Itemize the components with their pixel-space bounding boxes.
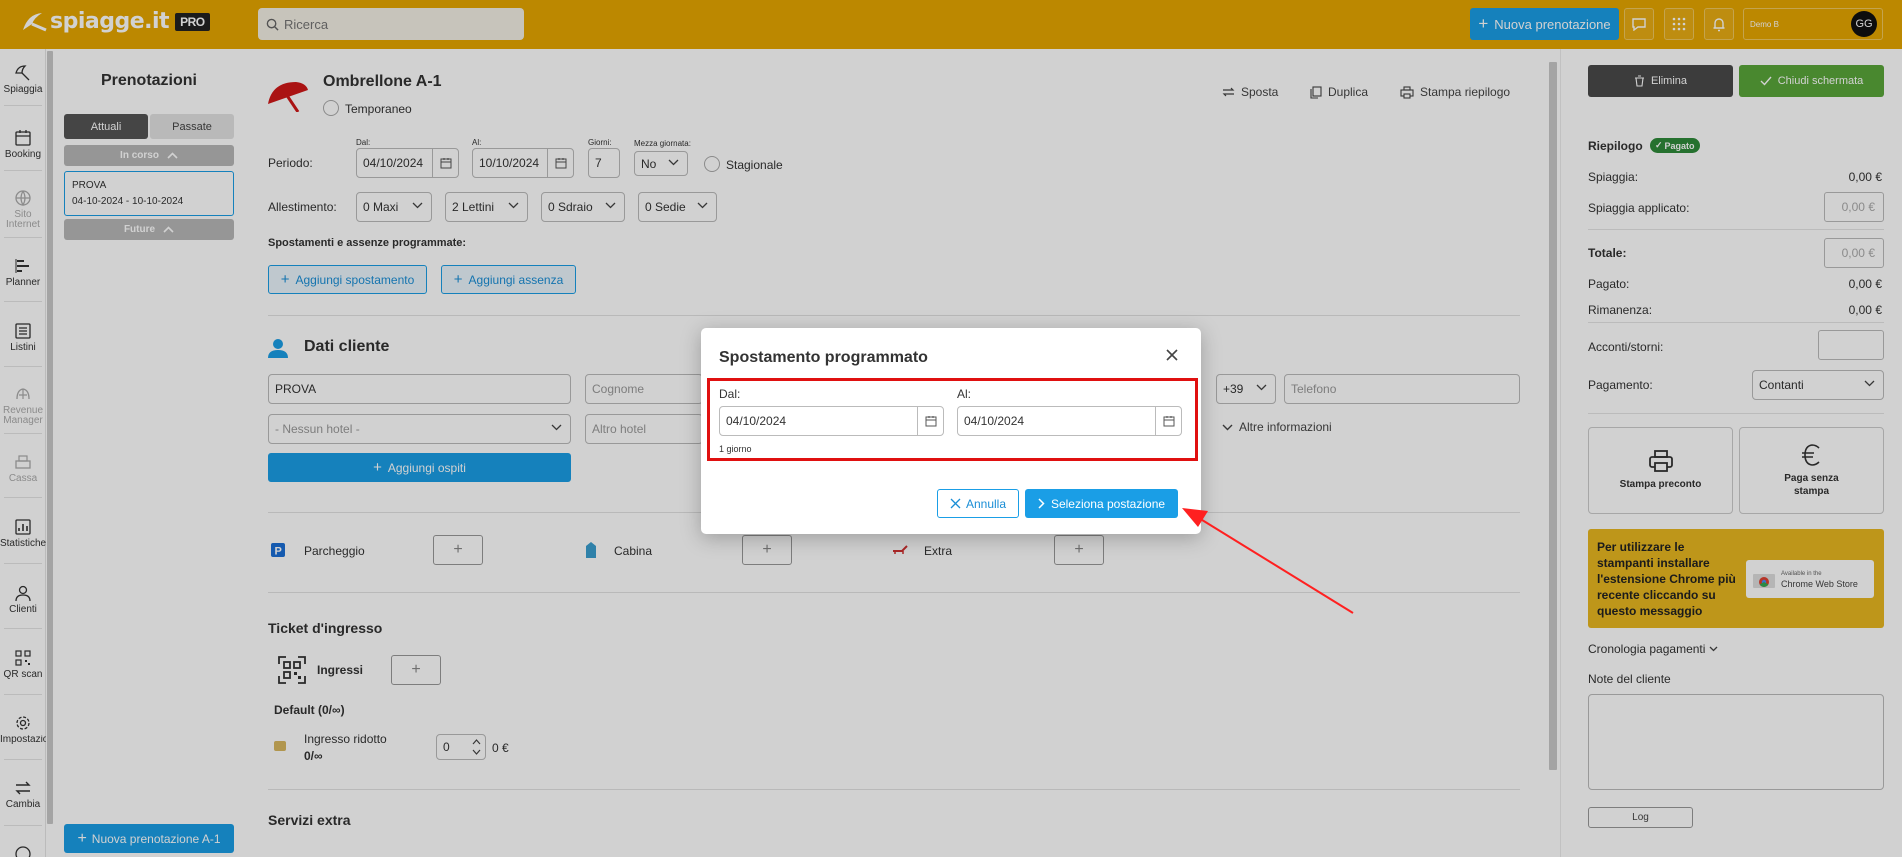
dialog-to-label: Al:: [957, 387, 972, 401]
dialog-to-date-input[interactable]: 04/10/2024: [957, 406, 1182, 436]
annotation-arrow: [1182, 508, 1354, 614]
dialog-title: Spostamento programmato: [719, 349, 928, 366]
dialog-from-date-input[interactable]: 04/10/2024: [719, 406, 944, 436]
calendar-icon[interactable]: [1155, 407, 1181, 435]
cancel-button[interactable]: Annulla: [937, 489, 1019, 518]
select-position-button[interactable]: Seleziona postazione: [1025, 489, 1178, 518]
close-icon: [950, 498, 961, 509]
close-icon[interactable]: [1165, 348, 1179, 362]
scheduled-move-dialog: Spostamento programmato Dal: Al: 04/10/2…: [701, 328, 1201, 534]
chevron-right-icon: [1038, 498, 1045, 509]
calendar-icon[interactable]: [917, 407, 943, 435]
dialog-from-label: Dal:: [719, 387, 741, 401]
dialog-duration: 1 giorno: [719, 444, 752, 454]
